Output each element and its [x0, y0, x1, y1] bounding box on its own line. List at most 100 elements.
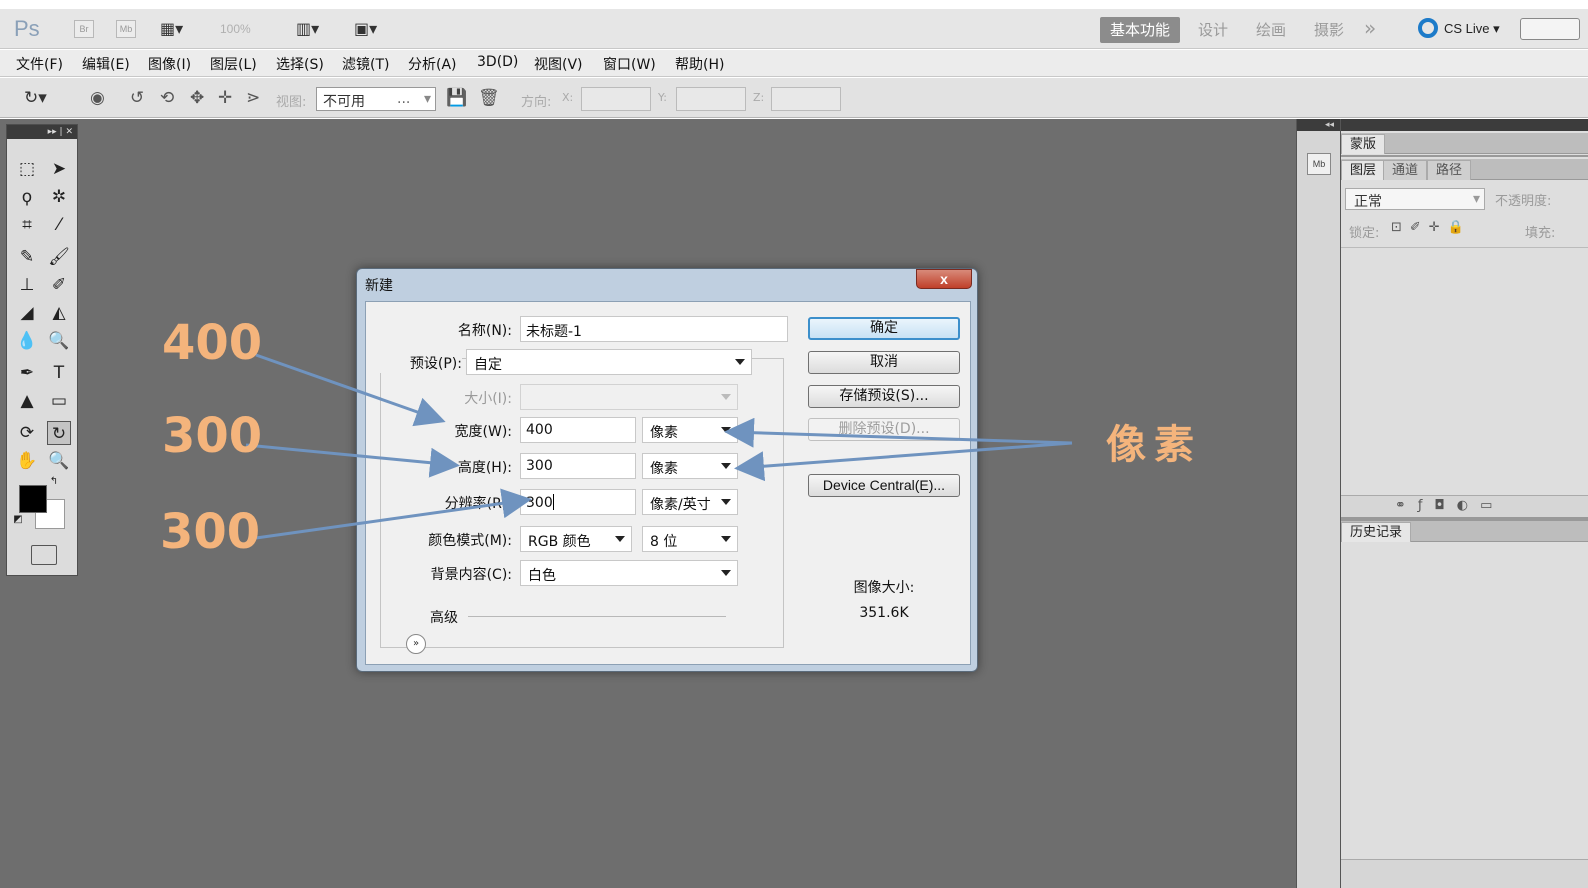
rotate-3d-tool-icon[interactable]: ↻▾ — [24, 88, 47, 108]
arrange-documents-icon[interactable]: ▥▾ — [296, 19, 319, 38]
menu-edit[interactable]: 编辑(E) — [82, 54, 130, 74]
menu-help[interactable]: 帮助(H) — [675, 54, 724, 74]
save-preset-button[interactable]: 存储预设(S)... — [808, 385, 960, 408]
view-select[interactable]: 不可用 ... ▾ — [316, 87, 436, 111]
default-colors-icon[interactable]: ◩ — [11, 513, 25, 527]
cs-live-menu[interactable]: CS Live ▾ — [1418, 18, 1500, 38]
save-view-icon[interactable]: 💾 — [446, 88, 467, 108]
object-slide-icon[interactable]: ✛ — [218, 88, 232, 108]
menu-filter[interactable]: 滤镜(T) — [342, 54, 389, 74]
move-tool-icon[interactable]: ➤ — [47, 157, 71, 181]
collapse-dock-icon[interactable]: ◂◂ — [1297, 119, 1340, 131]
3d-rotate-tool-icon[interactable]: ⟳ — [15, 421, 39, 445]
return-to-initial-icon[interactable]: ◉ — [90, 88, 105, 108]
ok-button[interactable]: 确定 — [808, 317, 960, 340]
menu-3d[interactable]: 3D(D) — [477, 54, 518, 70]
menu-view[interactable]: 视图(V) — [534, 54, 583, 74]
healing-brush-tool-icon[interactable]: ✎ — [15, 245, 39, 269]
tab-masks[interactable]: 蒙版 — [1341, 134, 1386, 154]
resolution-unit-select[interactable]: 像素/英寸 — [642, 489, 738, 515]
layers-footer-icons[interactable]: ⚭ƒ◘◐▭ — [1395, 498, 1504, 513]
zoom-level[interactable]: 100% — [220, 22, 251, 36]
history-brush-tool-icon[interactable]: ✐ — [47, 273, 71, 297]
launch-minibridge-button[interactable]: Mb — [116, 20, 136, 38]
hand-tool-icon[interactable]: ✋ — [15, 449, 39, 473]
menu-layer[interactable]: 图层(L) — [210, 54, 257, 74]
image-size-value: 351.6K — [859, 605, 909, 621]
cancel-button[interactable]: 取消 — [808, 351, 960, 374]
annotation-pixels: 像素 — [1106, 421, 1202, 468]
workspace-essentials[interactable]: 基本功能 — [1100, 17, 1181, 43]
3d-camera-tool-icon[interactable]: ↻ — [47, 421, 71, 445]
advanced-label[interactable]: 高级 — [430, 607, 458, 627]
clone-stamp-tool-icon[interactable]: ⊥ — [15, 273, 39, 297]
background-select[interactable]: 白色 — [520, 560, 738, 586]
x-input[interactable] — [581, 87, 651, 111]
close-icon[interactable]: x — [916, 269, 972, 289]
blur-tool-icon[interactable]: 💧 — [15, 329, 39, 353]
width-unit-select[interactable]: 像素 — [642, 417, 738, 443]
magic-wand-tool-icon[interactable]: ✲ — [47, 185, 71, 209]
device-central-button[interactable]: Device Central(E)... — [808, 474, 960, 497]
more-workspaces-icon[interactable]: » — [1358, 15, 1382, 41]
dodge-tool-icon[interactable]: 🔍 — [47, 329, 71, 353]
workspace-painting[interactable]: 绘画 — [1250, 17, 1292, 43]
menu-analysis[interactable]: 分析(A) — [408, 54, 457, 74]
width-field[interactable]: 400 — [520, 417, 636, 443]
eraser-tool-icon[interactable]: ◢ — [15, 301, 39, 325]
tab-paths[interactable]: 路径 — [1427, 160, 1472, 180]
paint-bucket-tool-icon[interactable]: ◭ — [47, 301, 71, 325]
color-mode-select[interactable]: RGB 颜色 — [520, 526, 632, 552]
menu-image[interactable]: 图像(I) — [148, 54, 191, 74]
object-scale-icon[interactable]: ⋗ — [246, 88, 260, 108]
quick-mask-button[interactable] — [31, 545, 57, 565]
photoshop-logo: Ps — [14, 16, 40, 41]
crop-tool-icon[interactable]: ⌗ — [15, 213, 39, 237]
resolution-field[interactable]: 300 — [520, 489, 636, 515]
bit-depth-select[interactable]: 8 位 — [642, 526, 738, 552]
object-drag-icon[interactable]: ✥ — [190, 88, 204, 108]
marquee-tool-icon[interactable]: ⬚ — [15, 157, 39, 181]
preset-select[interactable]: 自定 — [466, 349, 752, 375]
eyedropper-tool-icon[interactable]: ⁄ — [47, 213, 71, 237]
workspace-photography[interactable]: 摄影 — [1308, 17, 1350, 43]
zoom-tool-icon[interactable]: 🔍 — [47, 449, 71, 473]
annotation-height: 300 — [162, 408, 263, 464]
brush-tool-icon[interactable]: 🖌 — [47, 245, 71, 269]
view-extras-icon[interactable]: ▦▾ — [160, 19, 183, 38]
delete-preset-button: 删除预设(D)... — [808, 418, 960, 441]
tab-history[interactable]: 历史记录 — [1341, 522, 1412, 542]
name-field[interactable]: 未标题-1 — [520, 316, 788, 342]
launch-bridge-button[interactable]: Br — [74, 20, 94, 38]
tab-layers[interactable]: 图层 — [1341, 160, 1386, 180]
shape-tool-icon[interactable]: ▭ — [47, 389, 71, 413]
object-rotate-icon[interactable]: ↺ — [130, 88, 144, 108]
lock-label: 锁定: — [1349, 226, 1380, 241]
z-input[interactable] — [771, 87, 841, 111]
object-roll-icon[interactable]: ⟲ — [160, 88, 174, 108]
type-tool-icon[interactable]: T — [47, 361, 71, 385]
height-unit-select[interactable]: 像素 — [642, 453, 738, 479]
swap-colors-icon[interactable]: ↰ — [47, 475, 61, 489]
window-controls[interactable] — [1520, 18, 1580, 40]
workspace-design[interactable]: 设计 — [1192, 17, 1234, 43]
delete-view-icon[interactable]: 🗑 — [478, 88, 500, 108]
lasso-tool-icon[interactable]: ϙ — [15, 185, 39, 209]
y-input[interactable] — [676, 87, 746, 111]
pen-tool-icon[interactable]: ✒ — [15, 361, 39, 385]
tools-panel-header[interactable]: ▸▸ | ✕ — [7, 125, 77, 139]
menu-select[interactable]: 选择(S) — [276, 54, 324, 74]
lock-options-icons[interactable]: ⊡✐✛🔒 — [1391, 220, 1472, 235]
path-selection-tool-icon[interactable]: ▲ — [15, 389, 39, 413]
image-size-label: 图像大小: — [853, 580, 915, 596]
menu-file[interactable]: 文件(F) — [16, 54, 63, 74]
height-field[interactable]: 300 — [520, 453, 636, 479]
tab-channels[interactable]: 通道 — [1383, 160, 1428, 180]
screen-mode-icon[interactable]: ▣▾ — [354, 19, 377, 38]
blend-mode-select[interactable]: 正常 ▾ — [1345, 188, 1485, 210]
mini-bridge-panel-icon[interactable]: Mb — [1307, 153, 1331, 175]
options-bar: ↻▾ ◉ ↺ ⟲ ✥ ✛ ⋗ 视图: 不可用 ... ▾ 💾 🗑 方向: X: Y… — [0, 78, 1588, 118]
foreground-color-swatch[interactable] — [19, 485, 47, 513]
expand-advanced-icon[interactable]: » — [406, 634, 426, 654]
menu-window[interactable]: 窗口(W) — [603, 54, 656, 74]
